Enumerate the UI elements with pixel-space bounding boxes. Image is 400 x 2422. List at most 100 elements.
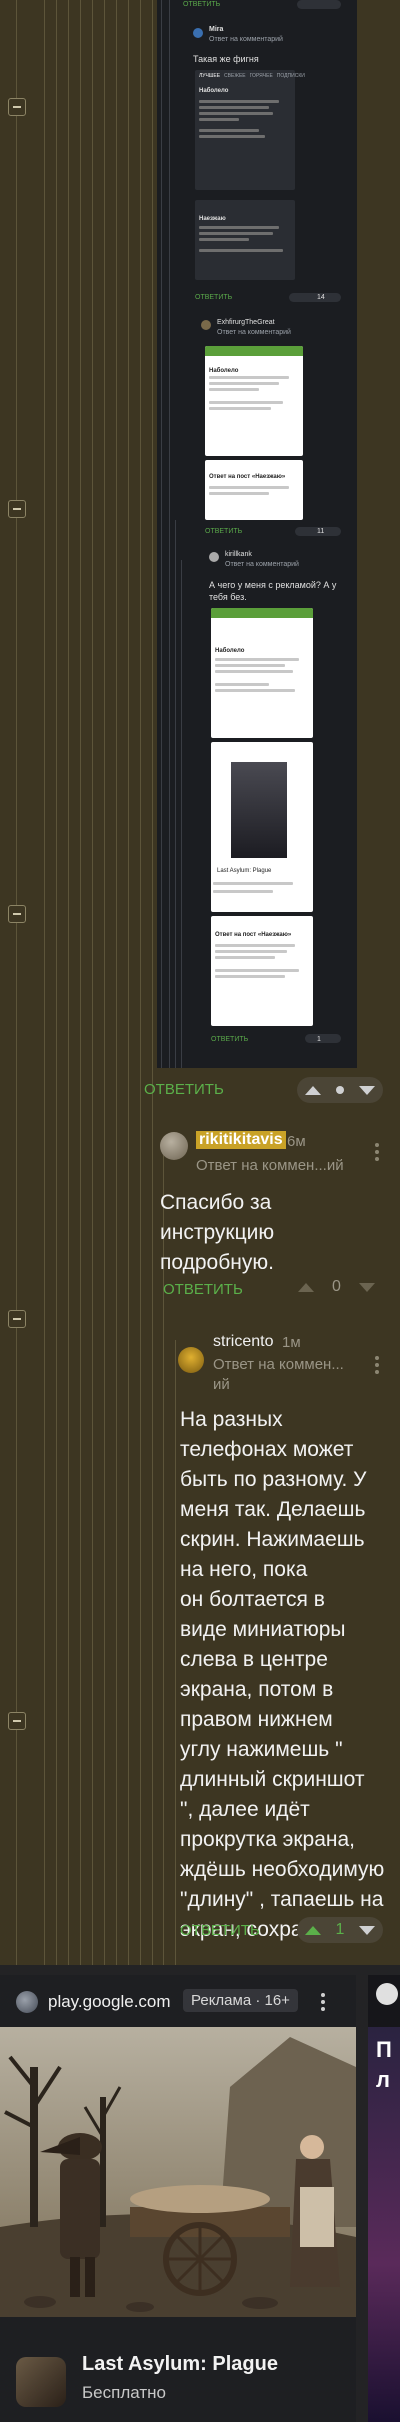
comment-line: быть по разному. У: [180, 1468, 367, 1491]
score: 1: [317, 1036, 321, 1043]
comment-text: Спасибо за инструкцию подробную.: [160, 1188, 274, 1278]
reply-button[interactable]: ОТВЕТИТЬ: [163, 1281, 243, 1298]
comment-meta[interactable]: Ответ на коммен...: [213, 1356, 344, 1373]
comment-line: длинный скриншот: [180, 1768, 365, 1791]
app-price: Бесплатно: [82, 2383, 166, 2402]
comment-line: телефонах может: [180, 1438, 354, 1461]
thread-line: [181, 560, 182, 1068]
comment-meta: Ответ на комментарий: [217, 329, 291, 336]
globe-icon: [376, 1983, 398, 2005]
vote-pill: 1: [297, 1917, 383, 1943]
post-title: Наболело: [215, 648, 245, 654]
username[interactable]: stricento: [213, 1333, 273, 1351]
ad-badge: Реклама · 16+: [183, 1989, 298, 2012]
comment-meta[interactable]: ий: [213, 1376, 230, 1393]
score: 0: [332, 1278, 341, 1295]
arrow-up-icon[interactable]: [305, 1085, 321, 1095]
comment-text: тебя без.: [209, 592, 247, 602]
thread-line: [152, 0, 153, 1965]
screenshot-card: Ответ на пост «Наезжаю»: [211, 916, 313, 1026]
vote-pill: [297, 0, 341, 9]
avatar: [201, 320, 211, 330]
comment-line: ждёшь необходимую: [180, 1858, 385, 1881]
arrow-up-icon[interactable]: [298, 1282, 314, 1292]
arrow-up-icon[interactable]: [305, 1925, 321, 1935]
comment-line: на него, пока: [180, 1558, 308, 1581]
avatar[interactable]: [160, 1132, 188, 1160]
kebab-icon[interactable]: [375, 1143, 379, 1161]
app-icon[interactable]: [16, 2357, 66, 2407]
thread-line: [116, 0, 117, 1965]
username[interactable]: rikitikitavis: [196, 1131, 286, 1149]
arrow-down-icon[interactable]: [358, 1282, 375, 1292]
kebab-icon[interactable]: [375, 1356, 379, 1374]
comment-time: 6м: [287, 1133, 306, 1150]
thread-line: [128, 0, 129, 1965]
app-title[interactable]: Last Asylum: Plague: [82, 2353, 278, 2376]
tab: ГОРЯЧЕЕ: [249, 73, 273, 79]
collapse-icon[interactable]: [8, 1712, 26, 1730]
comment-line: он болтается в: [180, 1588, 325, 1611]
thread-line: [92, 0, 93, 1965]
comment-line: скрин. Нажимаешь: [180, 1528, 365, 1551]
collapse-icon[interactable]: [8, 98, 26, 116]
ad-card-next[interactable]: П л: [368, 1975, 400, 2422]
screenshot-card: ЛУЧШЕЕ СВЕЖЕЕ ГОРЯЧЕЕ ПОДПИСКИ Наболело: [195, 70, 305, 190]
avatar[interactable]: [178, 1347, 204, 1373]
comment-line: правом нижнем: [180, 1708, 333, 1731]
post-title: Наболело: [199, 88, 229, 94]
avatar: [209, 552, 219, 562]
ad-card[interactable]: play.google.com Реклама · 16+ Last Asylu…: [0, 1975, 356, 2422]
comment-line: ", далее идёт: [180, 1798, 310, 1821]
reply-link: ОТВЕТИТЬ: [183, 1, 221, 8]
comment-line: инструкцию: [160, 1221, 275, 1244]
screenshot-card: Наболело: [211, 608, 313, 738]
username: ExhfirurgTheGreat: [217, 319, 275, 326]
score-dot: [336, 1086, 344, 1094]
thread-line: [56, 0, 57, 1965]
comment-text: А чего у меня с рекламой? А у: [209, 580, 337, 590]
screenshot-card: Ответ на пост «Наезжаю»: [205, 460, 303, 520]
thread-line: [175, 520, 176, 1068]
comment-line: экрана, потом в: [180, 1678, 334, 1701]
collapse-icon[interactable]: [8, 500, 26, 518]
kebab-icon[interactable]: [321, 1993, 325, 2011]
embedded-screenshot[interactable]: ОТВЕТИТЬ Mira Ответ на комментарий Такая…: [157, 0, 357, 1068]
ad-image[interactable]: [0, 2027, 356, 2317]
reply-button[interactable]: ОТВЕТИТЬ: [180, 1922, 260, 1939]
vote-pill: [289, 293, 341, 302]
comment-line: виде миниатюры: [180, 1618, 346, 1641]
vote-pill: [297, 1077, 383, 1103]
thread-line: [80, 0, 81, 1965]
comment-line: "длину" , тапаешь на: [180, 1888, 384, 1911]
post-title: Наболело: [209, 368, 239, 374]
collapse-icon[interactable]: [8, 1310, 26, 1328]
comment-line: Спасибо за: [160, 1191, 272, 1214]
reply-button[interactable]: ОТВЕТИТЬ: [144, 1081, 224, 1098]
comment-meta: Ответ на комментарий: [209, 36, 283, 43]
comment-line: меня так. Делаешь: [180, 1498, 366, 1521]
ad-title-fragment: П: [376, 2037, 392, 2062]
screenshot-card: Last Asylum: Plague: [211, 742, 313, 912]
thread-line: [161, 0, 162, 1068]
reply-link: ОТВЕТИТЬ: [211, 1036, 249, 1043]
comment-line: подробную.: [160, 1251, 274, 1274]
comment-line: углу нажимешь ": [180, 1738, 343, 1761]
comment-meta: Ответ на комментарий: [225, 561, 299, 568]
thread-line: [44, 0, 45, 1965]
ad-title: Last Asylum: Plague: [217, 868, 272, 874]
thread-line: [68, 0, 69, 1965]
screenshot-card: Наболело: [205, 346, 303, 456]
reply-link: ОТВЕТИТЬ: [205, 528, 243, 535]
collapse-icon[interactable]: [8, 905, 26, 923]
arrow-down-icon[interactable]: [359, 1085, 375, 1095]
screenshot-card: Наезжаю: [195, 200, 295, 280]
arrow-down-icon[interactable]: [359, 1925, 375, 1935]
username: Mira: [209, 26, 224, 33]
ad-domain[interactable]: play.google.com: [48, 1992, 171, 2012]
score: 14: [317, 294, 325, 301]
ad-carousel: play.google.com Реклама · 16+ Last Asylu…: [0, 1965, 400, 2422]
score: 1: [335, 1921, 345, 1938]
comment-meta[interactable]: Ответ на коммен...ий: [196, 1157, 344, 1174]
username: kirillkank: [225, 551, 252, 558]
